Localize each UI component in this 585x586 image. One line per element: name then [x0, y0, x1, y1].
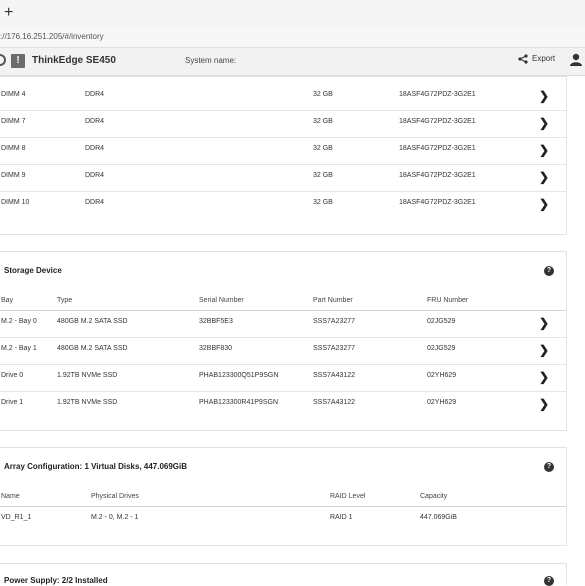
chevron-right-icon[interactable]: ❯	[539, 143, 549, 157]
fru-number: 02JG529	[427, 318, 456, 325]
part-number: SSS7A43122	[313, 399, 356, 406]
part-number: SSS7A23277	[313, 345, 356, 352]
chevron-right-icon[interactable]: ❯	[539, 397, 549, 411]
table-row[interactable]: VD_R1_1 M.2 - 0, M.2 - 1 RAID 1 447.069G…	[0, 506, 566, 533]
dimm-name: DIMM 7	[1, 118, 26, 125]
bay: M.2 - Bay 0	[1, 318, 37, 325]
dimm-name: DIMM 4	[1, 91, 26, 98]
dimm-part-number: 18ASF4G72PDZ-3G2E1	[399, 145, 476, 152]
column-header: Capacity	[420, 493, 448, 500]
browser-tab-bar: +	[0, 0, 585, 29]
power-supply-panel: Power Supply: 2/2 Installed ?	[0, 563, 567, 586]
help-circle-icon[interactable]: ?	[544, 462, 554, 472]
warning-icon[interactable]: !	[11, 54, 25, 68]
dimm-type: DDR4	[85, 145, 105, 152]
dimm-name: DIMM 9	[1, 172, 26, 179]
table-row[interactable]: M.2 - Bay 0 480GB M.2 SATA SSD 32BBF5E3 …	[0, 310, 566, 338]
column-header: Type	[57, 297, 73, 304]
dimm-type: DDR4	[85, 91, 105, 98]
column-header: Part Number	[313, 297, 353, 304]
chevron-right-icon[interactable]: ❯	[539, 170, 549, 184]
table-row[interactable]: DIMM 8 DDR4 32 GB 18ASF4G72PDZ-3G2E1 ❯	[0, 137, 566, 165]
part-number: SSS7A23277	[313, 318, 356, 325]
chevron-right-icon[interactable]: ❯	[539, 343, 549, 357]
dimm-part-number: 18ASF4G72PDZ-3G2E1	[399, 91, 476, 98]
dimm-size: 32 GB	[313, 118, 333, 125]
column-header: Physical Drives	[91, 493, 139, 500]
table-row[interactable]: DIMM 7 DDR4 32 GB 18ASF4G72PDZ-3G2E1 ❯	[0, 110, 566, 138]
dimm-name: DIMM 10	[1, 199, 30, 206]
dimm-type: DDR4	[85, 118, 105, 125]
capacity: 447.069GiB	[420, 514, 457, 521]
chevron-right-icon[interactable]: ❯	[539, 316, 549, 330]
storage-panel-title: Storage Device	[4, 266, 62, 275]
drive-type: 480GB M.2 SATA SSD	[57, 318, 128, 325]
raid-level: RAID 1	[330, 514, 353, 521]
bay: M.2 - Bay 1	[1, 345, 37, 352]
fru-number: 02YH629	[427, 399, 457, 406]
virtual-disk-name: VD_R1_1	[1, 514, 32, 521]
column-header: RAID Level	[330, 493, 366, 500]
chevron-right-icon[interactable]: ❯	[539, 370, 549, 384]
dimm-size: 32 GB	[313, 199, 333, 206]
column-header: FRU Number	[427, 297, 469, 304]
export-button[interactable]: Export	[518, 54, 555, 64]
storage-table-header: Bay Type Serial Number Part Number FRU N…	[0, 292, 566, 311]
table-row[interactable]: M.2 - Bay 1 480GB M.2 SATA SSD 32BBF830 …	[0, 337, 566, 365]
system-name-label: System name:	[185, 56, 237, 65]
storage-device-panel: Storage Device ? Bay Type Serial Number …	[0, 251, 567, 431]
dimm-size: 32 GB	[313, 91, 333, 98]
export-label: Export	[532, 54, 556, 64]
drive-type: 1.92TB NVMe SSD	[57, 399, 118, 406]
column-header: Name	[1, 493, 20, 500]
array-panel-title: Array Configuration: 1 Virtual Disks, 44…	[4, 462, 188, 471]
table-row[interactable]: Drive 1 1.92TB NVMe SSD PHAB123300R41P9S…	[0, 391, 566, 418]
user-icon[interactable]	[570, 53, 582, 67]
drive-type: 1.92TB NVMe SSD	[57, 372, 118, 379]
dimm-size: 32 GB	[313, 172, 333, 179]
dimm-part-number: 18ASF4G72PDZ-3G2E1	[399, 199, 476, 206]
dimm-type: DDR4	[85, 199, 105, 206]
memory-panel: DIMM 4 DDR4 32 GB 18ASF4G72PDZ-3G2E1 ❯ D…	[0, 76, 567, 235]
drive-type: 480GB M.2 SATA SSD	[57, 345, 128, 352]
url-text: ://176.16.251.205/#/inventory	[0, 32, 104, 41]
serial-number: 32BBF5E3	[199, 318, 233, 325]
table-row[interactable]: DIMM 9 DDR4 32 GB 18ASF4G72PDZ-3G2E1 ❯	[0, 164, 566, 192]
dimm-part-number: 18ASF4G72PDZ-3G2E1	[399, 118, 476, 125]
product-name: ThinkEdge SE450	[32, 55, 116, 66]
address-bar[interactable]: ://176.16.251.205/#/inventory	[0, 28, 585, 48]
table-row[interactable]: DIMM 4 DDR4 32 GB 18ASF4G72PDZ-3G2E1 ❯	[0, 83, 566, 111]
help-circle-icon[interactable]: ?	[544, 266, 554, 276]
serial-number: 32BBF830	[199, 345, 233, 352]
part-number: SSS7A43122	[313, 372, 356, 379]
dimm-type: DDR4	[85, 172, 105, 179]
bay: Drive 1	[1, 399, 24, 406]
dimm-name: DIMM 8	[1, 145, 26, 152]
bay: Drive 0	[1, 372, 24, 379]
share-icon	[518, 54, 528, 64]
app-header: ! ThinkEdge SE450 System name: Export	[0, 48, 585, 76]
serial-number: PHAB123300Q51P9SGN	[199, 372, 279, 379]
fru-number: 02YH629	[427, 372, 457, 379]
array-table-header: Name Physical Drives RAID Level Capacity	[0, 488, 566, 507]
chevron-right-icon[interactable]: ❯	[539, 116, 549, 130]
chevron-right-icon[interactable]: ❯	[539, 197, 549, 211]
column-header: Bay	[1, 297, 14, 304]
fru-number: 02JG529	[427, 345, 456, 352]
power-panel-title: Power Supply: 2/2 Installed	[4, 576, 108, 585]
table-row[interactable]: DIMM 10 DDR4 32 GB 18ASF4G72PDZ-3G2E1 ❯	[0, 191, 566, 218]
power-icon[interactable]	[0, 54, 6, 66]
serial-number: PHAB123300R41P9SGN	[199, 399, 278, 406]
dimm-size: 32 GB	[313, 145, 333, 152]
column-header: Serial Number	[199, 297, 244, 304]
new-tab-button[interactable]: +	[4, 5, 13, 21]
table-row[interactable]: Drive 0 1.92TB NVMe SSD PHAB123300Q51P9S…	[0, 364, 566, 392]
physical-drives: M.2 - 0, M.2 - 1	[91, 514, 139, 521]
dimm-part-number: 18ASF4G72PDZ-3G2E1	[399, 172, 476, 179]
array-configuration-panel: Array Configuration: 1 Virtual Disks, 44…	[0, 447, 567, 546]
chevron-right-icon[interactable]: ❯	[539, 89, 549, 103]
